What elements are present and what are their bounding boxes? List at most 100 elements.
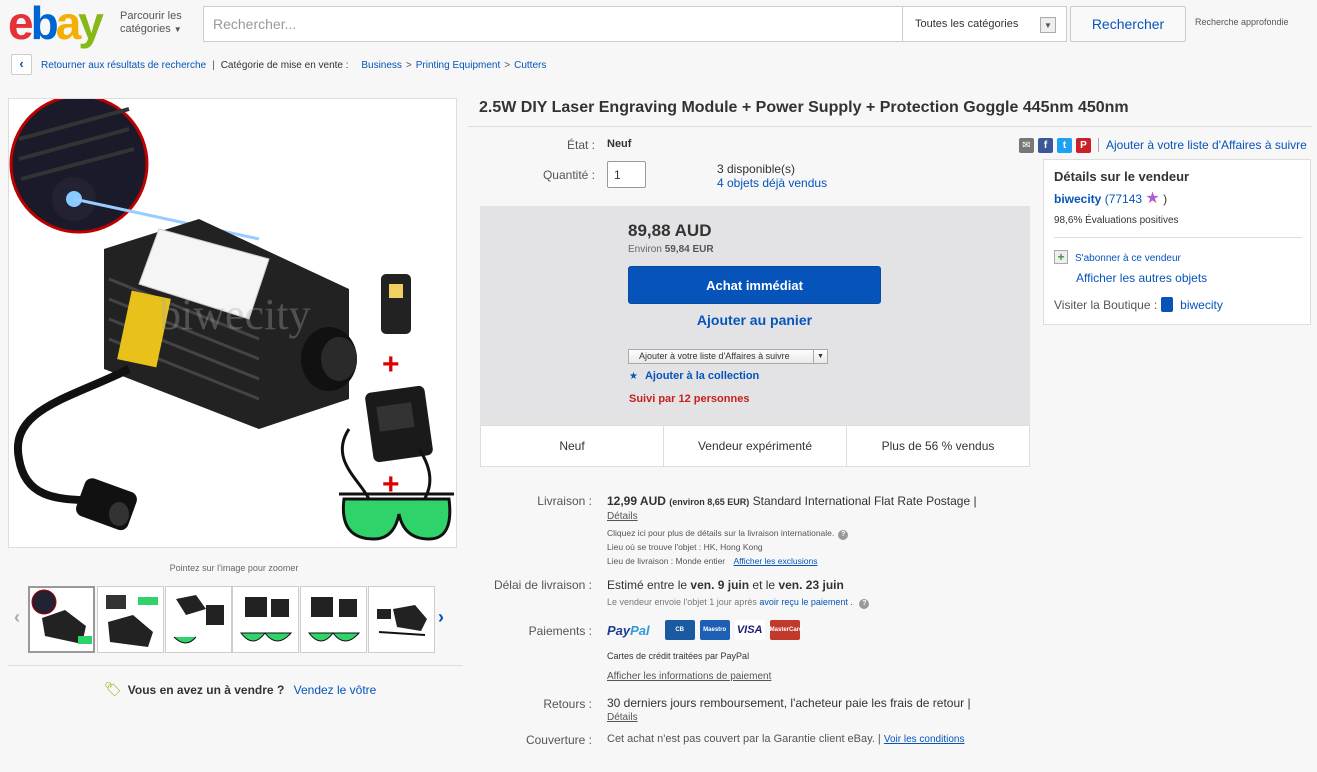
separator [1098,138,1099,152]
thumbnail-image [173,595,224,644]
sell-yours-link[interactable]: Vendez le vôtre [294,683,377,697]
sold-count-link[interactable]: 4 objets déjà vendus [717,176,827,190]
visit-shop-label: Visiter la Boutique : [1054,298,1158,312]
logo-letter-b: b [30,0,59,49]
breadcrumb-business[interactable]: Business [361,60,402,71]
score-close: ) [1163,192,1168,206]
thumbnail-1[interactable] [28,586,95,653]
search-button[interactable]: Rechercher [1070,6,1186,42]
thumbnail-2[interactable] [97,586,164,653]
payment-logos: PayPal CB Maestro VISA MasterCard [607,620,803,640]
shipping-details-link[interactable]: Détails [607,511,638,522]
coverage-terms-link[interactable]: Voir les conditions [884,734,965,745]
add-to-cart-button[interactable]: Ajouter au panier [628,312,881,328]
shipping-value: 12,99 AUD (environ 8,65 EUR) Standard In… [607,494,977,508]
ebay-logo[interactable]: ebay [8,0,104,49]
thumbnail-image [307,597,361,642]
separator: | [212,60,215,71]
chevron-right-icon[interactable]: › [438,607,444,628]
watchlist-dropdown-label: Ajouter à votre liste d'Affaires à suivr… [639,351,790,361]
mastercard-icon: MasterCard [769,620,803,640]
coverage-label: Couverture : [525,733,592,747]
thumbnail-strip: ‹ › [8,585,460,655]
advanced-search-link[interactable]: Recherche approfondie [1195,17,1289,27]
twitter-icon[interactable]: t [1057,137,1072,153]
help-icon[interactable]: ? [859,599,870,609]
browse-categories-button[interactable]: Parcourir les catégories ▼ [120,10,182,36]
chevron-down-icon: ▼ [1040,17,1056,33]
add-to-collection-link[interactable]: ★ Ajouter à la collection [629,370,759,382]
seller-name-link[interactable]: biwecity [1054,192,1101,206]
feedback-score-link[interactable]: (77143 [1105,192,1142,206]
search-input[interactable]: Rechercher... [203,6,903,42]
exclusions-link[interactable]: Afficher les exclusions [734,556,818,566]
thumbnail-image [239,597,293,642]
badge-experienced-seller: Vendeur expérimenté [664,426,847,466]
condition-value: Neuf [607,138,632,150]
returns-details-link[interactable]: Détails [607,712,638,723]
paypal-processed-note: Cartes de crédit traitées par PayPal [607,651,750,661]
category-select[interactable]: Toutes les catégories ▼ [903,6,1067,42]
back-arrow-icon[interactable]: ‹ [11,54,32,75]
seller-other-items-link[interactable]: Afficher les autres objets [1076,271,1207,285]
email-icon[interactable]: ✉ [1019,137,1034,153]
divider [1054,237,1302,238]
sell-prompt: 🏷 Vous en avez un à vendre ? Vendez le vô… [104,681,376,698]
visa-card-icon: VISA [734,620,765,640]
delivery-date-end: ven. 23 juin [778,578,844,592]
watchlist-dropdown[interactable]: Ajouter à votre liste d'Affaires à suivr… [628,349,828,364]
help-icon[interactable]: ? [838,530,849,540]
chevron-down-icon: ▼ [173,25,182,34]
item-title: 2.5W DIY Laser Engraving Module + Power … [479,99,1129,116]
pinterest-icon[interactable]: P [1076,137,1091,153]
thumbnail-6[interactable] [368,586,435,653]
badge-sold-percent: Plus de 56 % vendus [881,439,995,453]
thumbnail-image [377,605,427,636]
plus-icon: + [1054,250,1068,264]
availability: 3 disponible(s) 4 objets déjà vendus [717,162,827,190]
breadcrumb: Retourner aux résultats de recherche | Cat… [41,60,547,71]
svg-text:+: + [382,468,400,501]
breadcrumb-cutters[interactable]: Cutters [514,60,546,71]
seller-panel-title: Détails sur le vendeur [1054,169,1190,184]
buy-now-button[interactable]: Achat immédiat [628,266,881,304]
payment-received-link[interactable]: avoir reçu le paiement . [759,597,853,607]
quantity-label: Quantité : [542,168,595,182]
returns-label: Retours : [543,697,592,711]
thumbnail-4[interactable] [232,586,299,653]
payment-info-link[interactable]: Afficher les informations de paiement [607,671,771,682]
svg-text:+: + [382,348,400,381]
breadcrumb-printing-equipment[interactable]: Printing Equipment [416,60,501,71]
chevron-down-icon: ▼ [813,350,827,363]
quantity-input[interactable]: 1 [607,161,646,188]
follow-seller-link[interactable]: + S'abonner à ce vendeur [1054,250,1181,264]
chevron-left-icon[interactable]: ‹ [14,607,20,628]
add-to-watchlist-link[interactable]: Ajouter à votre liste d'Affaires à suivr… [1106,138,1307,152]
ship-to-text: Lieu de livraison : Monde entier [607,556,726,566]
delivery-date-start: ven. 9 juin [690,578,750,592]
logo-letter-e: e [8,0,34,49]
shop-link[interactable]: biwecity [1180,298,1223,312]
main-product-image[interactable]: biwecity + + [8,98,457,548]
browse-label-line2: catégories [120,23,171,35]
laser-module-illustration: biwecity + + [9,99,454,541]
shipping-info-intl-text: Cliquez ici pour plus de détails sur la … [607,528,835,538]
back-to-results-link[interactable]: Retourner aux résultats de recherche [41,60,206,71]
add-to-collection-label: Ajouter à la collection [644,370,760,382]
payments-label: Paiements : [528,624,592,638]
category-label: Catégorie de mise en vente : [220,60,349,71]
shipping-info-intl: Cliquez ici pour plus de détails sur la … [607,528,849,540]
category-select-value: Toutes les catégories [915,18,1019,30]
watermark-text: biwecity [159,290,311,339]
browse-label-line1: Parcourir les [120,10,182,22]
approx-value: 59,84 EUR [664,244,714,255]
thumbnail-5[interactable] [300,586,367,653]
thumbnail-image [31,589,92,644]
seller-name: biwecity [1054,192,1102,206]
positive-feedback: 98,6% Évaluations positives [1054,215,1179,226]
thumbnail-3[interactable] [165,586,232,653]
shipping-price: 12,99 AUD [607,494,666,508]
facebook-icon[interactable]: f [1038,137,1053,153]
shipping-approx: (environ 8,65 EUR) [669,497,750,507]
approx-prefix: Environ [628,244,662,255]
